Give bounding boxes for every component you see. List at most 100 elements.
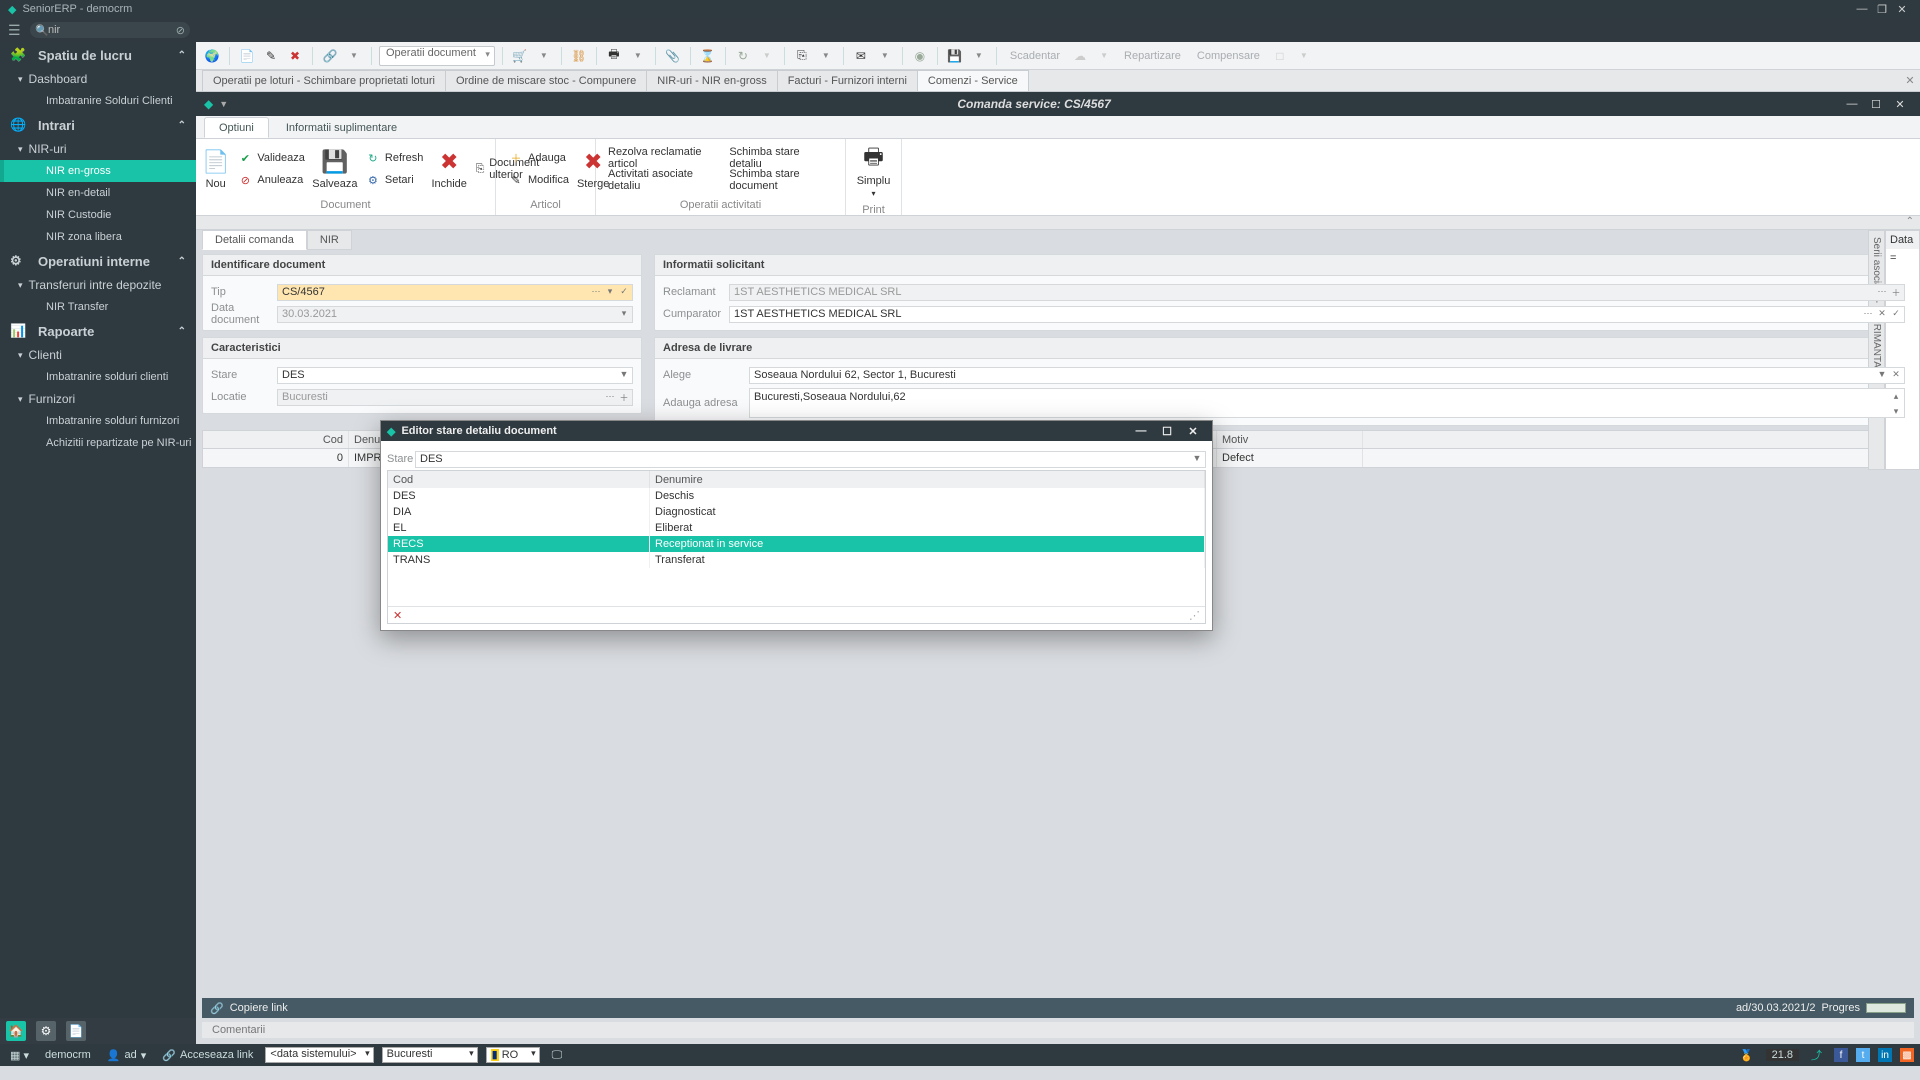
linkedin-icon[interactable]: in: [1878, 1048, 1892, 1062]
status-share-icon[interactable]: ⤴: [1807, 1047, 1826, 1063]
report-icon[interactable]: 📄: [66, 1021, 86, 1041]
status-lang[interactable]: ▮ RO: [486, 1047, 540, 1063]
dd-col-cod[interactable]: Cod: [388, 471, 650, 488]
facebook-icon[interactable]: f: [1834, 1048, 1848, 1062]
cart-dd[interactable]: ▼: [534, 46, 554, 66]
sidebar-item-nir-en-detail[interactable]: NIR en-detail: [0, 182, 196, 204]
dd-row-trans[interactable]: TRANSTransferat: [388, 552, 1205, 568]
scadentar-icon[interactable]: ☁: [1070, 46, 1090, 66]
ribbon-refresh[interactable]: ↻Refresh: [359, 148, 430, 168]
delete-icon[interactable]: ✖: [285, 46, 305, 66]
field-cumparator[interactable]: 1ST AESTHETICS MEDICAL SRL⋯✕✓: [729, 306, 1905, 323]
unlink-icon[interactable]: ⛓: [569, 46, 589, 66]
dd-row-dia[interactable]: DIADiagnosticat: [388, 504, 1205, 520]
ribbon-nou[interactable]: 📄Nou: [202, 144, 229, 194]
tab-detalii-comanda[interactable]: Detalii comanda: [202, 230, 307, 250]
close-all-tabs[interactable]: ✕: [1900, 70, 1920, 91]
mail-dd[interactable]: ▼: [875, 46, 895, 66]
ribbon-setari[interactable]: ⚙Setari: [359, 170, 430, 190]
tab-facturi[interactable]: Facturi - Furnizori interni: [777, 70, 918, 91]
scroll-gutter[interactable]: ⌃: [196, 216, 1920, 230]
mail-icon[interactable]: ✉: [851, 46, 871, 66]
ribbon-tab-info-supl[interactable]: Informatii suplimentare: [271, 117, 412, 138]
status-user[interactable]: 👤ad ▾: [103, 1049, 150, 1062]
sidebar-item-imbatranire-clienti[interactable]: Imbatranire Solduri Clienti: [0, 90, 196, 112]
sub-logo-icon[interactable]: ◆: [204, 97, 213, 111]
sidebar-workspace[interactable]: 🧩Spatiu de lucru⌃: [0, 42, 196, 68]
status-data-sistem[interactable]: <data sistemului>: [265, 1047, 373, 1063]
dot-icon[interactable]: ◉: [910, 46, 930, 66]
rss-icon[interactable]: ▩: [1900, 1048, 1914, 1062]
tab-operatii-loturi[interactable]: Operatii pe loturi - Schimbare proprieta…: [202, 70, 446, 91]
modal-close[interactable]: ✕: [1180, 425, 1206, 438]
sidebar-intrari[interactable]: 🌐Intrari⌃: [0, 112, 196, 138]
sidebar-item-nir-custodie[interactable]: NIR Custodie: [0, 204, 196, 226]
right-rail-col[interactable]: Data: [1886, 231, 1919, 249]
sidebar-item-nir-transfer[interactable]: NIR Transfer: [0, 296, 196, 318]
print-icon[interactable]: 🖶: [604, 46, 624, 66]
tab-nir[interactable]: NIR: [307, 230, 352, 250]
sidebar-item-nir-zona-libera[interactable]: NIR zona libera: [0, 226, 196, 248]
settings-icon[interactable]: ⚙: [36, 1021, 56, 1041]
sidebar-item-imb-solduri-furnizori[interactable]: Imbatranire solduri furnizori: [0, 410, 196, 432]
status-medal-icon[interactable]: 🏅: [1736, 1049, 1758, 1062]
clear-search-button[interactable]: ⊘: [176, 24, 185, 37]
dd-row-recs[interactable]: RECSReceptionat in service: [388, 536, 1205, 552]
field-stare[interactable]: DES▼: [277, 367, 633, 384]
dropdown-icon[interactable]: ▼: [344, 46, 364, 66]
sidebar-furnizori[interactable]: ▾Furnizori: [0, 388, 196, 410]
reload-icon[interactable]: ↻: [733, 46, 753, 66]
home-icon[interactable]: 🏠: [6, 1021, 26, 1041]
attach-icon[interactable]: 📎: [663, 46, 683, 66]
ribbon-modifica[interactable]: ✎Modifica: [502, 170, 575, 190]
copy-link[interactable]: Copiere link: [230, 1002, 288, 1014]
status-grid-icon[interactable]: ▦ ▾: [6, 1049, 33, 1062]
ribbon-tab-optiuni[interactable]: Optiuni: [204, 117, 269, 138]
op-document-combo[interactable]: Operatii document: [379, 46, 495, 66]
sidebar-op-interne[interactable]: ⚙Operatiuni interne⌃: [0, 248, 196, 274]
right-rail-filter[interactable]: =: [1886, 249, 1919, 267]
sidebar-item-achizitii-nir[interactable]: Achizitii repartizate pe NIR-uri: [0, 432, 196, 454]
print-dd[interactable]: ▼: [628, 46, 648, 66]
sub-minimize[interactable]: —: [1840, 98, 1864, 110]
ribbon-salveaza[interactable]: 💾Salveaza: [313, 144, 357, 194]
modal-header[interactable]: ◆ Editor stare detaliu document — ☐ ✕: [381, 421, 1212, 441]
tab-nir-uri[interactable]: NIR-uri - NIR en-gross: [646, 70, 777, 91]
link-icon[interactable]: 🔗: [320, 46, 340, 66]
ribbon-anuleaza[interactable]: ⊘Anuleaza: [231, 170, 311, 190]
ribbon-inchide[interactable]: ✖Inchide: [431, 144, 466, 194]
duplicate-icon[interactable]: ⎘: [792, 46, 812, 66]
menu-icon[interactable]: ☰: [8, 22, 30, 39]
maximize-button[interactable]: ❐: [1872, 3, 1892, 16]
status-democrm[interactable]: democrm: [41, 1049, 95, 1061]
dd-col-denumire[interactable]: Denumire: [650, 471, 1205, 488]
dd-row-des[interactable]: DESDeschis: [388, 488, 1205, 504]
ribbon-adauga[interactable]: ＋Adauga: [502, 148, 575, 168]
sidebar-item-imb-solduri-clienti[interactable]: Imbatranire solduri clienti: [0, 366, 196, 388]
scad-dd[interactable]: ▼: [1094, 46, 1114, 66]
world-icon[interactable]: 🌍: [202, 46, 222, 66]
ribbon-schimba-detaliu[interactable]: Schimba stare detaliu: [723, 148, 839, 168]
modal-field-stare[interactable]: DES▼: [415, 451, 1206, 468]
status-locatie[interactable]: Bucuresti: [382, 1047, 478, 1063]
field-locatie[interactable]: Bucuresti⋯＋: [277, 389, 633, 406]
field-alege[interactable]: Soseaua Nordului 62, Sector 1, Bucuresti…: [749, 367, 1905, 384]
tab-ordine-miscare[interactable]: Ordine de miscare stoc - Compunere: [445, 70, 647, 91]
field-reclamant[interactable]: 1ST AESTHETICS MEDICAL SRL⋯＋: [729, 284, 1905, 301]
dd-clear-button[interactable]: ✕: [393, 609, 402, 622]
field-data-doc[interactable]: 30.03.2021▾: [277, 306, 633, 323]
hourglass-icon[interactable]: ⌛: [698, 46, 718, 66]
reload-dd[interactable]: ▼: [757, 46, 777, 66]
sidebar-nir-uri[interactable]: ▾NIR-uri: [0, 138, 196, 160]
sub-maximize[interactable]: ☐: [1864, 98, 1888, 111]
dup-dd[interactable]: ▼: [816, 46, 836, 66]
dd-resize-icon[interactable]: ⋰: [1189, 609, 1200, 622]
save-icon[interactable]: 💾: [945, 46, 965, 66]
ribbon-valideaza[interactable]: ✔Valideaza: [231, 148, 311, 168]
ribbon-simplu[interactable]: 🖶Simplu▾: [852, 141, 895, 202]
comp-dd[interactable]: ▼: [1294, 46, 1314, 66]
twitter-icon[interactable]: t: [1856, 1048, 1870, 1062]
comments-row[interactable]: Comentarii: [202, 1022, 1914, 1038]
status-acces-link[interactable]: 🔗Acceseaza link: [158, 1049, 257, 1062]
field-tip[interactable]: CS/4567⋯▾✓: [277, 284, 633, 301]
